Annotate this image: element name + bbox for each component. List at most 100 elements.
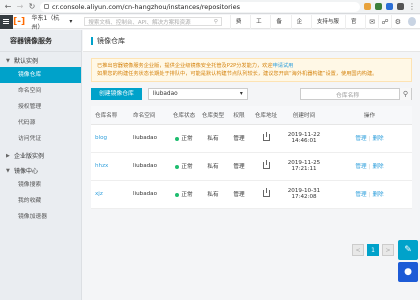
- region-label: 华东1（杭州）: [31, 14, 60, 31]
- bell-icon[interactable]: ✉: [365, 14, 378, 29]
- menu-icon[interactable]: [0, 14, 13, 29]
- table-row: blog liubadao 正常 私有 管理 2019-11-22 14:46:…: [91, 124, 412, 153]
- create-repository-button[interactable]: 创建镜像仓库: [91, 88, 142, 100]
- search-icon[interactable]: ⚲: [399, 88, 411, 100]
- table-row: xjz liubadao 正常 私有 管理 2019-10-31 17:42:0…: [91, 180, 412, 209]
- nav-icp[interactable]: 备案: [270, 14, 290, 39]
- sidebar-group-default[interactable]: ▼ 默认实例: [0, 54, 81, 67]
- notice-text-2: 如果您的构建任务状态长期处于排队中，可能是默认构建节点队列较长，建议您开启“海外…: [97, 71, 378, 77]
- top-nav: 费用 工单 备案 企业 支持与服务 官网: [229, 14, 365, 39]
- repo-address: [251, 152, 281, 181]
- sidebar-item-authorization[interactable]: 授权管理: [0, 99, 81, 115]
- forward-icon[interactable]: →: [16, 2, 24, 11]
- repo-type: 私有: [199, 180, 227, 209]
- col-address: 仓库地址: [251, 106, 281, 125]
- more-icon[interactable]: ⋮: [408, 2, 416, 11]
- download-icon[interactable]: [262, 131, 270, 141]
- table-header-row: 仓库名称 命名空间 仓库状态 仓库类型 权限 仓库地址 创建时间 操作: [91, 106, 412, 125]
- download-icon[interactable]: [262, 159, 270, 169]
- col-type: 仓库类型: [199, 106, 227, 125]
- repo-name-link[interactable]: blog: [91, 124, 129, 153]
- created-time: 2019-11-22 14:46:01: [287, 132, 321, 144]
- repo-status: 正常: [169, 152, 199, 181]
- region-selector[interactable]: 华东1（杭州） ▾: [26, 13, 79, 31]
- extension-icon[interactable]: [364, 3, 371, 10]
- sidebar-item-repositories[interactable]: 镜像仓库: [0, 67, 81, 83]
- sidebar-group-enterprise[interactable]: ▶ 企业版实例: [0, 149, 81, 162]
- chat-icon[interactable]: ●: [398, 262, 418, 282]
- repo-status: 正常: [169, 180, 199, 209]
- repo-name-link[interactable]: hhzx: [91, 152, 129, 181]
- col-created: 创建时间: [281, 106, 327, 125]
- nav-tickets[interactable]: 工单: [250, 14, 270, 39]
- search-placeholder: 仓库名称: [336, 92, 360, 99]
- repo-created: 2019-10-31 17:42:08: [281, 180, 327, 209]
- search-icon: ⚲: [213, 18, 218, 25]
- sidebar-item-accelerator[interactable]: 镜像加速器: [0, 209, 81, 225]
- sidebar-item-code-source[interactable]: 代码源: [0, 115, 81, 131]
- sidebar-item-favorites[interactable]: 我的收藏: [0, 193, 81, 209]
- delete-link[interactable]: 删除: [372, 164, 383, 170]
- created-time: 2019-10-31 17:42:08: [287, 188, 321, 200]
- extension-icon[interactable]: [386, 3, 393, 10]
- nav-site[interactable]: 官网: [345, 14, 365, 39]
- address-bar[interactable]: cr.console.aliyun.com/cn-hangzhou/instan…: [40, 1, 360, 12]
- notice-banner: 已推出容器镜像服务企业版，提供企业级镜像安全托管及P2P分发能力，欢迎申请试用 …: [91, 58, 412, 82]
- toolbar: 创建镜像仓库 liubadao ▾ 仓库名称 ⚲: [91, 88, 412, 100]
- manage-link[interactable]: 管理: [355, 192, 366, 198]
- sidebar-item-image-search[interactable]: 镜像搜索: [0, 177, 81, 193]
- repo-permission: 管理: [227, 124, 251, 153]
- sidebar-title: 容器镜像服务: [0, 30, 81, 52]
- cart-icon[interactable]: ☍: [378, 14, 391, 29]
- extension-icon[interactable]: [375, 3, 382, 10]
- back-icon[interactable]: ←: [4, 2, 12, 11]
- delete-link[interactable]: 删除: [372, 192, 383, 198]
- repo-actions: 管理 | 删除: [327, 124, 412, 153]
- caret-right-icon: ▶: [6, 152, 10, 159]
- extension-icon[interactable]: [397, 3, 404, 10]
- sidebar-group-label: 镜像中心: [14, 168, 39, 175]
- download-icon[interactable]: [262, 187, 270, 197]
- manage-link[interactable]: 管理: [355, 136, 366, 142]
- repo-name-link[interactable]: xjz: [91, 180, 129, 209]
- feedback-icon[interactable]: ✎: [398, 240, 418, 260]
- status-dot-icon: [175, 192, 180, 197]
- nav-support[interactable]: 支持与服务: [310, 14, 345, 39]
- repository-search-input[interactable]: 仓库名称 ⚲: [300, 88, 412, 100]
- console-topbar: [-] 华东1（杭州） ▾ 搜索文档、控制台、API、解决方案和资源 ⚲ 费用 …: [0, 13, 420, 39]
- created-time: 2019-11-25 17:21:11: [287, 160, 321, 172]
- language-icon[interactable]: ⚙: [390, 14, 404, 29]
- prev-page-button[interactable]: <: [352, 244, 364, 256]
- repo-created: 2019-11-22 14:46:01: [281, 124, 327, 153]
- repo-address: [251, 180, 281, 209]
- repo-permission: 管理: [227, 152, 251, 181]
- nav-enterprise[interactable]: 企业: [290, 14, 311, 39]
- repo-permission: 管理: [227, 180, 251, 209]
- page-title: 镜像仓库: [97, 36, 125, 45]
- next-page-button[interactable]: >: [382, 244, 394, 256]
- repo-created: 2019-11-25 17:21:11: [281, 152, 327, 181]
- delete-link[interactable]: 删除: [372, 136, 383, 142]
- col-actions: 操作: [327, 106, 412, 125]
- sidebar-item-credentials[interactable]: 访问凭证: [0, 131, 81, 147]
- global-search-input[interactable]: 搜索文档、控制台、API、解决方案和资源 ⚲: [84, 17, 222, 26]
- page-header: 镜像仓库: [83, 30, 420, 52]
- aliyun-logo[interactable]: [-]: [13, 15, 26, 29]
- repo-namespace: liubadao: [129, 152, 169, 181]
- namespace-select[interactable]: liubadao ▾: [147, 88, 248, 100]
- status-dot-icon: [175, 136, 180, 141]
- trial-link[interactable]: 申请试用: [273, 63, 294, 69]
- sidebar-item-namespaces[interactable]: 命名空间: [0, 83, 81, 99]
- avatar[interactable]: [407, 17, 416, 26]
- chevron-down-icon: ▾: [239, 91, 243, 97]
- manage-link[interactable]: 管理: [355, 164, 366, 170]
- notice-text: 已推出容器镜像服务企业版，提供企业级镜像安全托管及P2P分发能力，欢迎: [97, 63, 273, 69]
- page-button-current[interactable]: 1: [367, 244, 379, 256]
- sidebar-group-image-center[interactable]: ▼ 镜像中心: [0, 164, 81, 177]
- url-text: cr.console.aliyun.com/cn-hangzhou/instan…: [52, 2, 240, 11]
- col-permission: 权限: [227, 106, 251, 125]
- nav-billing[interactable]: 费用: [229, 14, 250, 39]
- caret-down-icon: ▼: [6, 57, 10, 64]
- reload-icon[interactable]: ↻: [28, 2, 36, 11]
- col-status: 仓库状态: [169, 106, 199, 125]
